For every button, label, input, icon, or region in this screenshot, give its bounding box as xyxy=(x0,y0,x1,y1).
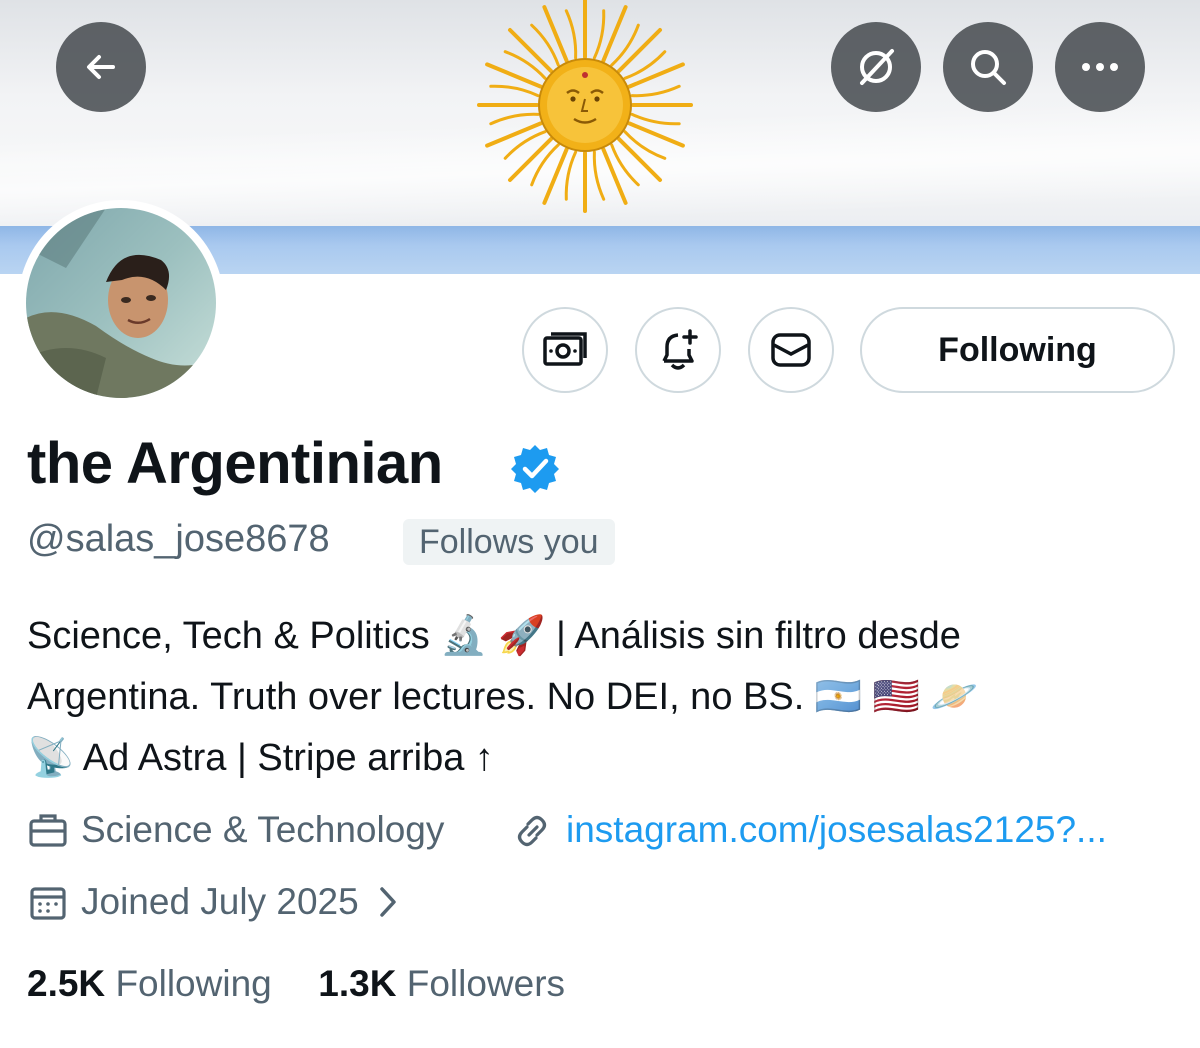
bio-line: Science, Tech & Politics 🔬 🚀 | Análisis … xyxy=(27,615,961,657)
sun-ray xyxy=(630,112,681,126)
avatar[interactable] xyxy=(26,208,216,398)
calendar-icon xyxy=(30,887,66,920)
following-label: Following xyxy=(115,963,272,1004)
joined-row[interactable]: Joined July 2025 xyxy=(27,878,403,926)
bell-plus-icon xyxy=(662,329,698,370)
followers-label: Followers xyxy=(406,963,566,1004)
avatar-image xyxy=(26,208,216,398)
bio-line: 📡 Ad Astra | Stripe arriba ↑ xyxy=(27,737,494,779)
more-button[interactable] xyxy=(1055,22,1145,112)
category-text: Science & Technology xyxy=(81,809,445,850)
briefcase-icon xyxy=(29,814,67,847)
bio-line: Argentina. Truth over lectures. No DEI, … xyxy=(27,676,978,718)
sun-ray xyxy=(601,147,628,205)
sun-ray xyxy=(485,121,543,148)
more-horizontal-icon xyxy=(1082,63,1118,71)
grok-button[interactable] xyxy=(831,22,921,112)
handle: @salas_jose8678 xyxy=(27,518,330,560)
avatar-frame[interactable] xyxy=(18,200,224,406)
back-button[interactable] xyxy=(56,22,146,112)
link-icon xyxy=(517,815,547,847)
follow-stats: 2.5K Following 1.3K Followers xyxy=(27,960,565,1008)
tip-button[interactable] xyxy=(522,307,608,393)
sun-ray xyxy=(489,112,540,126)
sun-ray xyxy=(592,9,606,60)
sun-of-may-icon xyxy=(477,0,693,213)
money-icon xyxy=(543,332,587,366)
envelope-icon xyxy=(771,333,811,367)
search-button[interactable] xyxy=(943,22,1033,112)
followers-count: 1.3K xyxy=(318,963,397,1004)
sun-ray xyxy=(630,84,681,98)
bio: Science, Tech & Politics 🔬 🚀 | Análisis … xyxy=(27,606,1177,789)
message-button[interactable] xyxy=(748,307,834,393)
followers-stat[interactable]: 1.3K Followers xyxy=(318,963,565,1004)
joined-date: Joined July 2025 xyxy=(81,881,359,922)
following-count: 2.5K xyxy=(27,963,106,1004)
sun-ray xyxy=(489,84,540,98)
sun-ray xyxy=(627,62,685,89)
website-row[interactable]: instagram.com/josesalas2125?... xyxy=(510,806,1107,854)
sun-ray xyxy=(592,150,606,201)
follows-you-badge: Follows you xyxy=(403,519,615,565)
sun-ray xyxy=(564,150,578,201)
search-icon xyxy=(971,50,1006,85)
grok-icon xyxy=(860,49,894,85)
chevron-right-icon xyxy=(379,887,396,917)
following-button-label: Following xyxy=(938,330,1097,369)
following-button[interactable]: Following xyxy=(860,307,1175,393)
notify-button[interactable] xyxy=(635,307,721,393)
arrow-left-icon xyxy=(87,55,115,79)
category-row: Science & Technology xyxy=(27,806,444,854)
sun-ray xyxy=(542,5,569,63)
verified-badge-icon[interactable] xyxy=(510,443,560,493)
following-stat[interactable]: 2.5K Following xyxy=(27,963,282,1004)
sun-ray xyxy=(564,9,578,60)
display-name: the Argentinian xyxy=(27,431,443,496)
website-link[interactable]: instagram.com/josesalas2125?... xyxy=(566,806,1107,854)
